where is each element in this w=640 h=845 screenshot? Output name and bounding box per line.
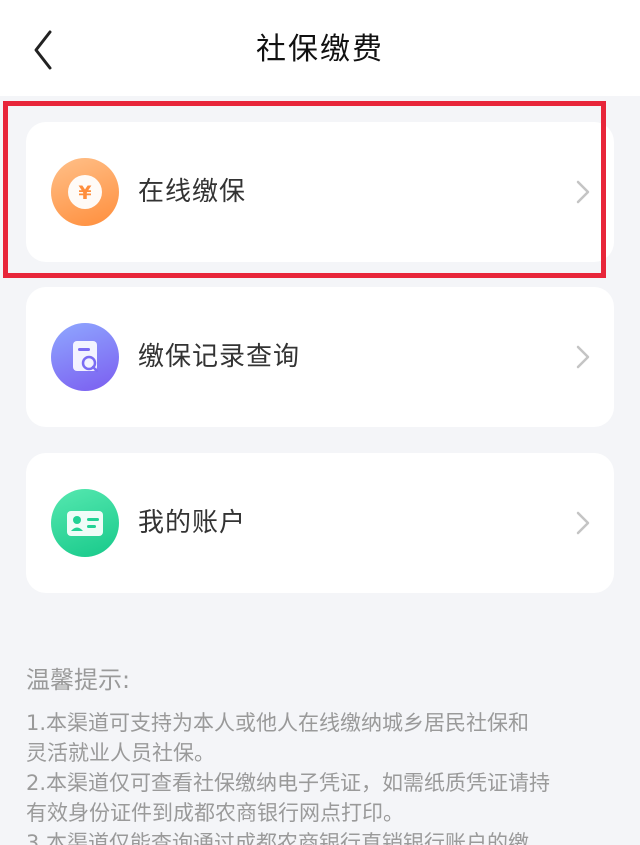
tips-section: 温馨提示: 1.本渠道可支持为本人或他人在线缴纳城乡居民社保和 灵活就业人员社保…	[26, 660, 622, 845]
tips-line: 3.本渠道仅能查询通过成都农商银行直销银行账户的缴	[26, 831, 530, 845]
id-card-icon	[51, 489, 119, 557]
my-account-item[interactable]: 我的账户	[26, 453, 614, 593]
online-payment-item[interactable]: ¥ 在线缴保	[26, 122, 614, 262]
tips-line: 灵活就业人员社保。	[26, 741, 215, 765]
my-account-label: 我的账户	[138, 508, 247, 538]
svg-text:¥: ¥	[78, 182, 91, 204]
online-payment-label: 在线缴保	[138, 177, 247, 207]
chevron-right-icon	[576, 180, 590, 204]
tips-title: 温馨提示:	[26, 666, 131, 694]
payment-record-query-label: 缴保记录查询	[138, 342, 301, 372]
tips-line: 2.本渠道仅可查看社保缴纳电子凭证，如需纸质凭证请持	[26, 771, 551, 795]
chevron-right-icon	[576, 345, 590, 369]
yuan-coin-icon: ¥	[51, 158, 119, 226]
payment-record-query-item[interactable]: 缴保记录查询	[26, 287, 614, 427]
tips-line: 有效身份证件到成都农商银行网点打印。	[26, 801, 404, 825]
document-search-icon	[51, 323, 119, 391]
tips-line: 1.本渠道可支持为本人或他人在线缴纳城乡居民社保和	[26, 711, 530, 735]
page-title: 社保缴费	[256, 32, 384, 67]
chevron-right-icon	[576, 511, 590, 535]
nav-bar: 社保缴费	[0, 0, 640, 96]
